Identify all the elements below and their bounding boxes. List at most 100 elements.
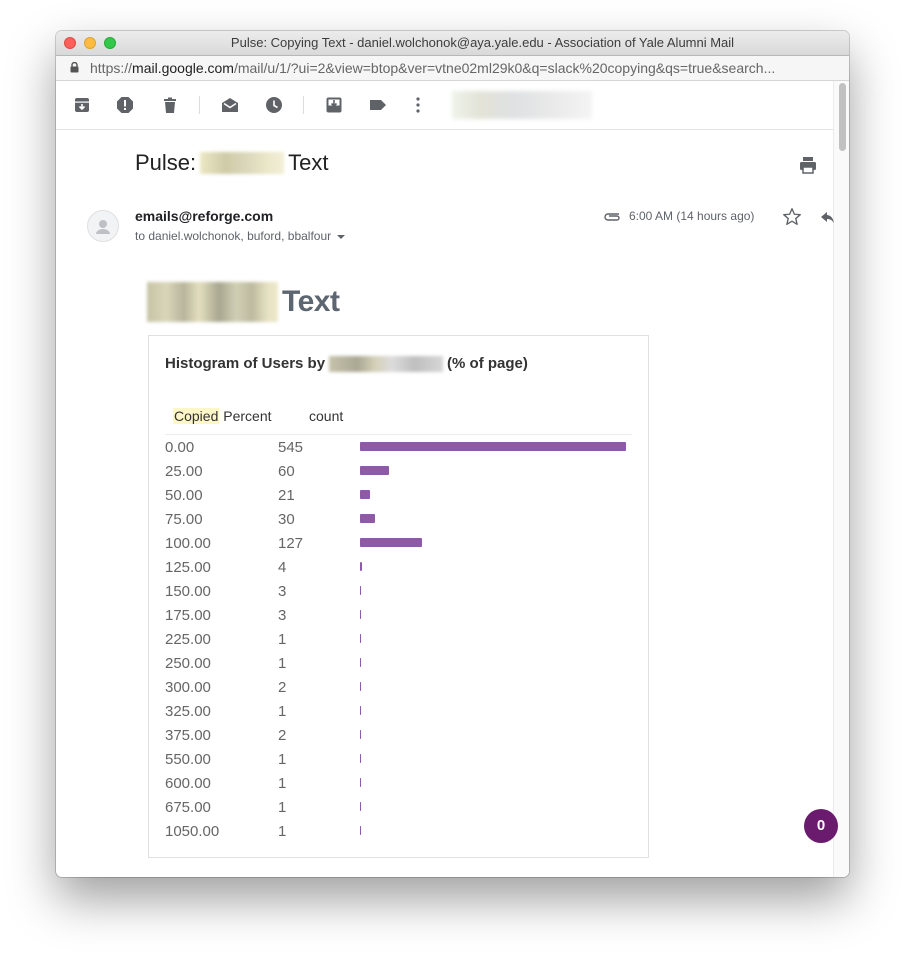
histogram-bar — [360, 538, 422, 547]
move-to-icon[interactable] — [324, 95, 344, 115]
sender-avatar[interactable] — [87, 210, 119, 242]
address-bar[interactable]: https://mail.google.com/mail/u/1/?ui=2&v… — [56, 56, 849, 81]
table-row: 225.00 1 — [149, 628, 650, 652]
histogram-bar — [360, 658, 361, 667]
table-row: 75.00 30 — [149, 508, 650, 532]
redacted-subject-word — [200, 152, 285, 174]
column-percent-label: Percent — [223, 408, 272, 424]
header-divider — [165, 434, 632, 435]
histogram-bar — [360, 514, 375, 523]
count-value: 60 — [278, 463, 295, 480]
card-title-prefix: Histogram of Users by — [165, 355, 326, 372]
delete-icon[interactable] — [160, 95, 180, 115]
more-icon[interactable] — [408, 95, 428, 115]
histogram-bar — [360, 562, 362, 571]
table-row: 50.00 21 — [149, 484, 650, 508]
zoom-window-button[interactable] — [104, 37, 116, 49]
email-subject: Pulse: Text — [135, 150, 329, 176]
histogram-card: Histogram of Users by (% of page) Copied… — [148, 335, 649, 858]
count-value: 1 — [278, 751, 287, 768]
toolbar-divider — [303, 96, 304, 114]
close-window-button[interactable] — [64, 37, 76, 49]
percent-value: 25.00 — [165, 463, 203, 480]
card-title: Histogram of Users by (% of page) — [165, 355, 528, 372]
label-icon[interactable] — [368, 95, 388, 115]
redacted-title-word — [147, 282, 278, 322]
scrollbar[interactable] — [833, 81, 849, 877]
table-row: 550.00 1 — [149, 748, 650, 772]
table-row: 1050.00 1 — [149, 820, 650, 844]
percent-value: 675.00 — [165, 799, 211, 816]
url-host: mail.google.com — [132, 60, 234, 76]
table-row: 675.00 1 — [149, 796, 650, 820]
percent-value: 1050.00 — [165, 823, 220, 840]
highlighted-word: Copied — [173, 408, 220, 424]
histogram-bar — [360, 490, 370, 499]
star-icon[interactable] — [781, 206, 803, 228]
count-value: 30 — [278, 511, 295, 528]
subject-suffix: Text — [288, 150, 329, 175]
percent-value: 225.00 — [165, 631, 211, 648]
browser-window: Pulse: Copying Text - daniel.wolchonok@a… — [56, 31, 849, 877]
redacted-card-title-word — [329, 355, 444, 372]
column-header-count: count — [309, 408, 344, 424]
minimize-window-button[interactable] — [84, 37, 96, 49]
subject-prefix: Pulse: — [135, 150, 197, 175]
count-value: 3 — [278, 607, 287, 624]
table-row: 325.00 1 — [149, 700, 650, 724]
percent-value: 375.00 — [165, 727, 211, 744]
histogram-bar — [360, 826, 361, 835]
report-spam-icon[interactable] — [115, 95, 135, 115]
count-value: 1 — [278, 655, 287, 672]
percent-value: 300.00 — [165, 679, 211, 696]
percent-value: 550.00 — [165, 751, 211, 768]
snooze-icon[interactable] — [264, 95, 284, 115]
percent-value: 50.00 — [165, 487, 203, 504]
window-title: Pulse: Copying Text - daniel.wolchonok@a… — [230, 35, 735, 50]
count-value: 545 — [278, 439, 304, 456]
histogram-bar — [360, 586, 361, 595]
count-value: 1 — [278, 775, 287, 792]
table-row: 175.00 3 — [149, 604, 650, 628]
table-row: 375.00 2 — [149, 724, 650, 748]
table-row: 125.00 4 — [149, 556, 650, 580]
url-path: /mail/u/1/?ui=2&view=btop&ver=vtne02ml29… — [233, 60, 776, 76]
card-title-suffix: (% of page) — [447, 355, 528, 372]
histogram-bar — [360, 754, 361, 763]
chevron-down-icon[interactable] — [337, 234, 346, 239]
count-value: 21 — [278, 487, 295, 504]
scrollbar-thumb[interactable] — [839, 83, 846, 151]
count-value: 1 — [278, 799, 287, 816]
count-value: 2 — [278, 679, 287, 696]
toolbar-divider — [199, 96, 200, 114]
redacted-toolbar-area — [452, 91, 592, 119]
mark-unread-icon[interactable] — [220, 95, 240, 115]
print-icon[interactable] — [798, 155, 818, 175]
count-value: 1 — [278, 823, 287, 840]
recipients[interactable]: to daniel.wolchonok, buford, bbalfour — [135, 229, 346, 243]
recipients-text: to daniel.wolchonok, buford, bbalfour — [135, 229, 332, 243]
reply-icon[interactable] — [820, 209, 834, 225]
count-value: 127 — [278, 535, 304, 552]
histogram-bar — [360, 466, 389, 475]
histogram-bar — [360, 802, 361, 811]
histogram-bar — [360, 442, 626, 451]
percent-value: 150.00 — [165, 583, 211, 600]
count-value: 4 — [278, 559, 287, 576]
message-toolbar — [56, 81, 833, 130]
count-value: 1 — [278, 631, 287, 648]
table-row: 25.00 60 — [149, 460, 650, 484]
url-text[interactable]: https://mail.google.com/mail/u/1/?ui=2&v… — [90, 56, 835, 80]
table-row: 150.00 3 — [149, 580, 650, 604]
table-row: 0.00 545 — [149, 436, 650, 460]
lock-icon — [70, 62, 79, 73]
archive-icon[interactable] — [72, 95, 92, 115]
email-timestamp: 6:00 AM (14 hours ago) — [629, 209, 755, 223]
sender-email[interactable]: emails@reforge.com — [135, 208, 273, 224]
table-row: 250.00 1 — [149, 652, 650, 676]
notification-badge-button[interactable]: 0 — [804, 809, 838, 843]
percent-value: 175.00 — [165, 607, 211, 624]
attachment-icon — [604, 213, 620, 221]
percent-value: 0.00 — [165, 439, 195, 456]
histogram-bar — [360, 778, 361, 787]
